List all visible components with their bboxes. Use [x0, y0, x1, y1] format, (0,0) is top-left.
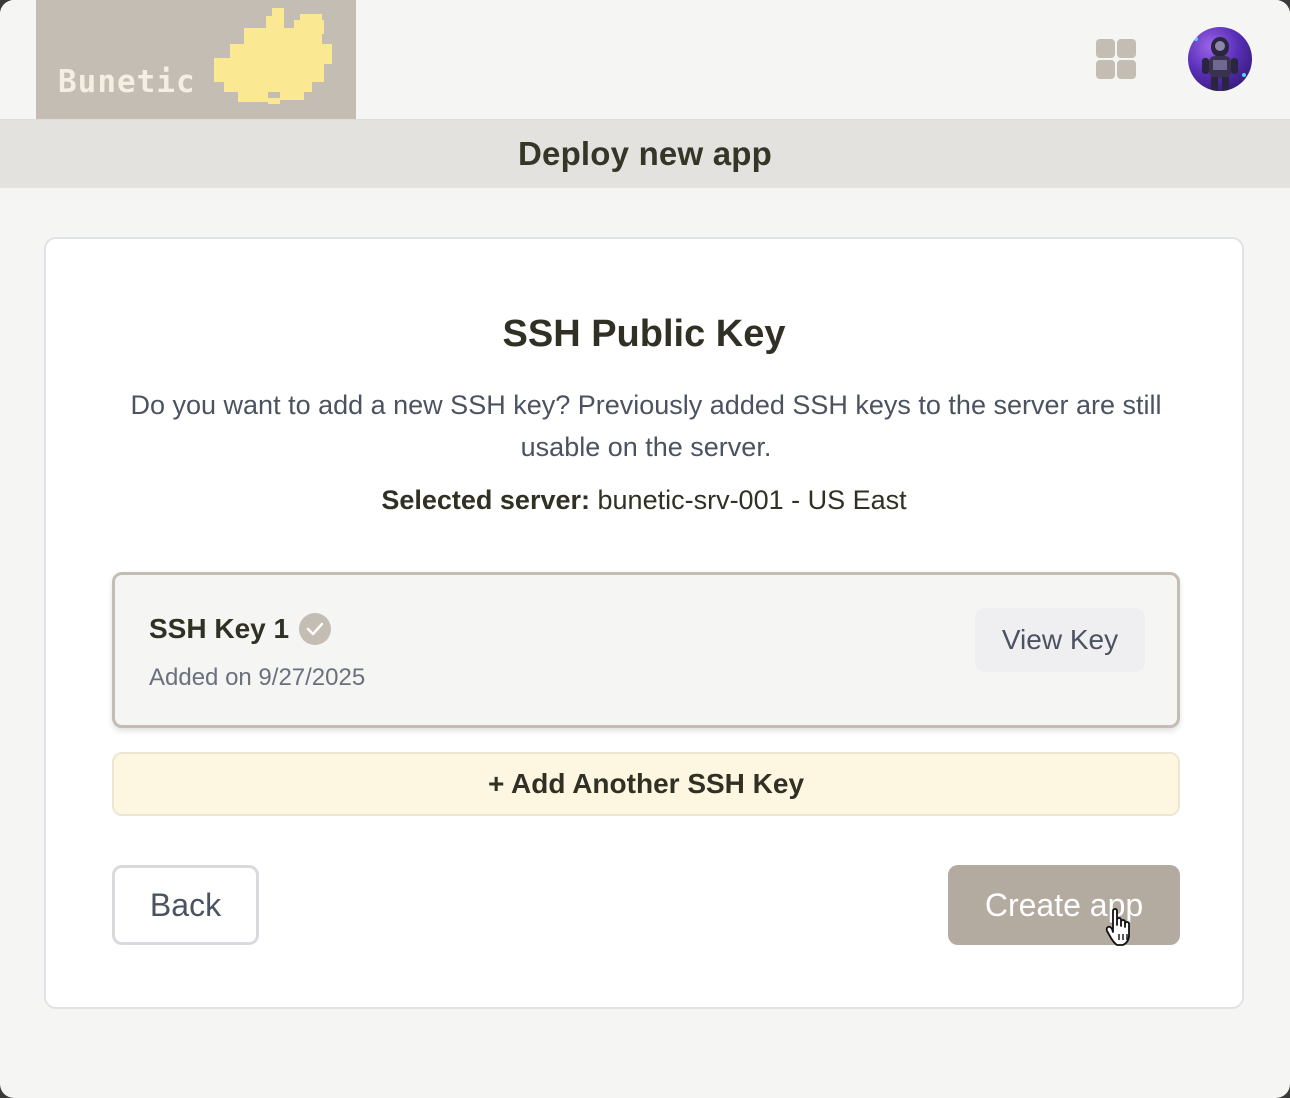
brand-name: Bunetic — [58, 64, 196, 100]
ssh-key-card: SSH Public Key Do you want to add a new … — [44, 237, 1244, 1009]
card-description: Do you want to add a new SSH key? Previo… — [130, 390, 1162, 462]
check-circle-icon — [299, 613, 331, 645]
ssh-key-item[interactable]: SSH Key 1 Added on 9/27/2025 View Key — [112, 572, 1180, 728]
app-window: Bunetic Deploy new app SSH Public Key Do… — [0, 0, 1290, 1098]
back-button[interactable]: Back — [112, 865, 259, 945]
hand-pointer-icon — [1105, 908, 1130, 946]
top-navbar: Bunetic — [0, 0, 1290, 120]
bunny-mascot-icon — [214, 8, 332, 104]
user-avatar[interactable] — [1188, 27, 1252, 91]
add-ssh-key-button[interactable]: + Add Another SSH Key — [112, 752, 1180, 816]
astronaut-avatar-image — [1194, 37, 1246, 91]
ssh-key-date: Added on 9/27/2025 — [149, 664, 366, 691]
page-header: Deploy new app — [0, 120, 1290, 188]
ssh-key-name: SSH Key 1 — [149, 613, 290, 644]
selected-server-value: bunetic-srv-001 - US East — [597, 485, 907, 515]
page-title: Deploy new app — [517, 135, 772, 172]
selected-server-label: Selected server: — [381, 485, 590, 515]
card-title: SSH Public Key — [502, 313, 786, 355]
brand-logo[interactable]: Bunetic — [36, 0, 356, 119]
create-app-button[interactable]: Create app — [948, 865, 1180, 945]
grid-icon[interactable] — [1094, 37, 1138, 81]
view-key-button[interactable]: View Key — [975, 608, 1145, 672]
selected-server: Selected server: bunetic-srv-001 - US Ea… — [46, 485, 1242, 516]
